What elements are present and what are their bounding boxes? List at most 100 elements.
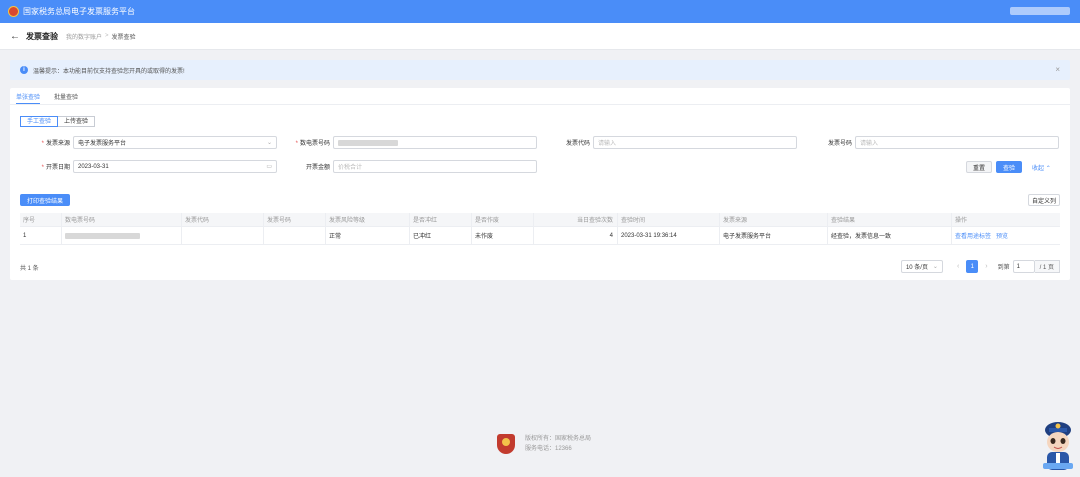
cell-number <box>62 227 182 244</box>
source-field: * 发票来源 电子发票服务平台 ⌄ <box>30 136 277 149</box>
query-mode-switch: 手工查验 上传查验 <box>20 116 96 127</box>
user-account[interactable] <box>1010 7 1070 15</box>
col-time: 查验时间 <box>618 213 720 226</box>
col-number: 数电票号码 <box>62 213 182 226</box>
code-label: 发票代码 <box>565 141 590 147</box>
view-tag-link[interactable]: 查看用途标签 <box>955 231 991 240</box>
breadcrumb-item[interactable]: 我的数字账户 <box>66 32 102 41</box>
tax-emblem-icon <box>8 6 19 17</box>
cell-invoice-no <box>264 227 326 244</box>
page-header: ← 发票查验 我的数字账户 > 发票查验 <box>0 23 1080 50</box>
cell-time: 2023-03-31 19:36:14 <box>618 227 720 244</box>
cell-index: 1 <box>20 227 62 244</box>
cell-red: 已冲红 <box>410 227 472 244</box>
cell-code <box>182 227 264 244</box>
invoice-no-placeholder: 请输入 <box>860 141 879 147</box>
custom-columns-button[interactable]: 自定义列 <box>1028 194 1060 206</box>
total-count: 共 1 条 <box>20 266 39 272</box>
top-bar: 国家税务总局电子发票服务平台 <box>0 0 1080 23</box>
reset-button[interactable]: 重置 <box>966 161 992 173</box>
chevron-down-icon: ⌄ <box>932 264 938 270</box>
col-count: 当日查验次数 <box>534 213 618 226</box>
next-page-icon[interactable]: › <box>985 263 987 270</box>
amount-label: 开票金额 <box>305 165 330 171</box>
date-label: 开票日期 <box>45 165 70 171</box>
amount-field: 开票金额 价税合计 <box>288 160 537 173</box>
redacted-value <box>65 232 140 239</box>
number-label: 数电票号码 <box>299 141 330 147</box>
tab-single-query[interactable]: 单张查验 <box>16 88 41 104</box>
calendar-icon: ▭ <box>266 164 272 170</box>
invoice-code-input[interactable]: 请输入 <box>593 136 797 149</box>
notice-banner: i 温馨提示：本功能目前仅支持查验您开具的或取得的发票! × <box>10 60 1070 80</box>
col-risk: 发票风险等级 <box>326 213 410 226</box>
page-title: 发票查验 <box>26 31 58 41</box>
amount-input[interactable]: 价税合计 <box>333 160 537 173</box>
source-label: 发票来源 <box>45 141 70 147</box>
date-picker[interactable]: 2023-03-31 ▭ <box>73 160 277 173</box>
col-result: 查验结果 <box>828 213 952 226</box>
total-pages: / 1 页 <box>1034 260 1060 273</box>
cell-void: 未作废 <box>472 227 534 244</box>
collapse-link[interactable]: 收起 ⌃ <box>1032 163 1051 172</box>
info-icon: i <box>20 66 28 74</box>
chevron-down-icon: ⌄ <box>266 140 272 146</box>
query-card: 单张查验 批量查验 手工查验 上传查验 * 发票来源 电子发票服务平台 ⌄ * 数电… <box>10 88 1070 280</box>
back-arrow-icon[interactable]: ← <box>10 31 20 42</box>
source-value: 电子发票服务平台 <box>78 141 127 147</box>
cell-operation: 查看用途标签 预览 <box>952 227 1060 244</box>
cell-risk: 正常 <box>326 227 410 244</box>
breadcrumb-separator: > <box>105 33 109 39</box>
goto-page-input[interactable]: 1 <box>1012 260 1035 273</box>
pagination: 10 条/页 ⌄ ‹ 1 › 到第 1 / 1 页 <box>900 260 1060 273</box>
footer-owner: 版权所有：国家税务总局 <box>525 436 592 442</box>
query-tabs: 单张查验 批量查验 <box>10 88 1070 105</box>
source-select[interactable]: 电子发票服务平台 ⌄ <box>73 136 277 149</box>
tax-emblem-icon <box>497 434 515 454</box>
results-table: 序号 数电票号码 发票代码 发票号码 发票风险等级 是否冲红 是否作废 当日查验… <box>20 213 1060 245</box>
redacted-value <box>338 139 398 146</box>
preview-link[interactable]: 预览 <box>996 231 1008 240</box>
print-results-button[interactable]: 打印查验结果 <box>20 194 70 206</box>
col-operation: 操作 <box>955 218 968 224</box>
footer: 版权所有：国家税务总局 服务电话：12366 <box>497 434 591 454</box>
prev-page-icon[interactable]: ‹ <box>957 263 959 270</box>
tab-batch-query[interactable]: 批量查验 <box>54 88 78 104</box>
upload-query-button[interactable]: 上传查验 <box>58 116 96 127</box>
invoice-no-label: 发票号码 <box>827 141 852 147</box>
table-header: 序号 数电票号码 发票代码 发票号码 发票风险等级 是否冲红 是否作废 当日查验… <box>20 213 1060 227</box>
amount-placeholder: 价税合计 <box>338 165 363 171</box>
cell-source: 电子发票服务平台 <box>720 227 828 244</box>
manual-query-button[interactable]: 手工查验 <box>20 116 59 127</box>
breadcrumb-current: 发票查验 <box>111 34 136 41</box>
page-size-value: 10 条/页 <box>905 265 928 271</box>
col-index: 序号 <box>20 213 62 226</box>
query-button[interactable]: 查验 <box>996 161 1022 173</box>
invoice-number-field: * 数电票号码 <box>288 136 537 149</box>
notice-text: 温馨提示：本功能目前仅支持查验您开具的或取得的发票! <box>33 68 185 75</box>
date-field: * 开票日期 2023-03-31 ▭ <box>30 160 277 173</box>
date-value: 2023-03-31 <box>78 163 109 170</box>
col-void: 是否作废 <box>472 213 534 226</box>
cell-result: 经查验，发票信息一致 <box>828 227 952 244</box>
mascot-assistant-icon[interactable] <box>1040 420 1076 472</box>
chevron-up-icon: ⌃ <box>1045 166 1051 172</box>
app-title: 国家税务总局电子发票服务平台 <box>23 7 135 16</box>
goto-label: 到第 <box>997 265 1010 271</box>
cell-count: 4 <box>534 227 618 244</box>
page-number-current[interactable]: 1 <box>966 260 979 273</box>
footer-phone: 服务电话：12366 <box>525 446 572 452</box>
col-red: 是否冲红 <box>410 213 472 226</box>
col-code: 发票代码 <box>182 213 264 226</box>
collapse-label: 收起 <box>1032 166 1045 172</box>
col-invoice-no: 发票号码 <box>264 213 326 226</box>
invoice-code-field: 发票代码 请输入 <box>550 136 797 149</box>
invoice-no-input[interactable]: 请输入 <box>855 136 1059 149</box>
page-size-select[interactable]: 10 条/页 ⌄ <box>900 260 943 273</box>
table-row: 1 正常 已冲红 未作废 4 2023-03-31 19:36:14 电子发票服… <box>20 227 1060 245</box>
col-source: 发票来源 <box>720 213 828 226</box>
code-placeholder: 请输入 <box>598 141 617 147</box>
invoice-no-field: 发票号码 请输入 <box>810 136 1059 149</box>
close-icon[interactable]: × <box>1055 65 1060 74</box>
invoice-number-input[interactable] <box>333 136 537 149</box>
